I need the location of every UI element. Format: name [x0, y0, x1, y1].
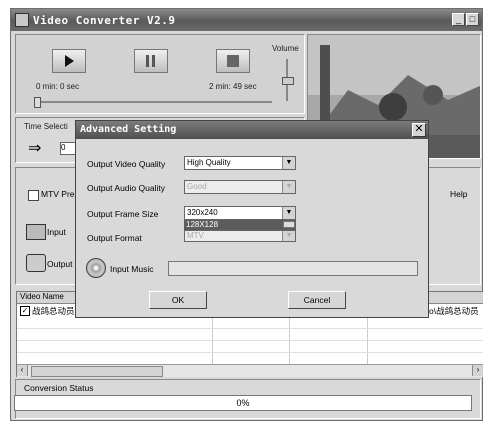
- horizontal-scrollbar[interactable]: ‹ ›: [17, 364, 483, 377]
- play-button[interactable]: [52, 49, 86, 73]
- dialog-title-bar[interactable]: Advanced Setting ✕: [76, 121, 428, 139]
- minimize-button[interactable]: _: [452, 13, 465, 26]
- ok-button[interactable]: OK: [149, 291, 207, 309]
- dropdown-scroll-thumb[interactable]: [283, 221, 295, 228]
- audio-quality-select: Good ▼: [184, 180, 296, 194]
- stop-icon: [227, 55, 239, 67]
- input-music-label: Input Music: [110, 264, 154, 274]
- input-music-field[interactable]: [168, 261, 418, 276]
- end-time: 2 min: 49 sec: [209, 82, 257, 91]
- film-icon[interactable]: [26, 224, 46, 240]
- scroll-right-button[interactable]: ›: [472, 365, 483, 376]
- col-video-name[interactable]: Video Name: [20, 292, 64, 301]
- pause-icon: [146, 55, 155, 67]
- play-icon: [65, 55, 74, 67]
- progress-text: 0%: [236, 398, 250, 408]
- chevron-down-icon: ▼: [282, 181, 295, 193]
- mtv-preview-checkbox[interactable]: [28, 190, 39, 201]
- scroll-thumb[interactable]: [31, 366, 163, 377]
- app-icon: [15, 13, 29, 27]
- dropdown-option-highlighted[interactable]: 128X128: [184, 220, 296, 230]
- dialog-title: Advanced Setting: [80, 124, 177, 135]
- help-button[interactable]: Help: [450, 189, 467, 199]
- chevron-down-icon[interactable]: ▼: [282, 207, 295, 219]
- title-bar[interactable]: Video Converter V2.9 _ □: [11, 9, 482, 31]
- maximize-button[interactable]: □: [466, 13, 479, 26]
- audio-quality-label: Output Audio Quality: [87, 183, 165, 193]
- cancel-button[interactable]: Cancel: [288, 291, 346, 309]
- volume-label: Volume: [272, 44, 299, 53]
- input-label[interactable]: Input: [47, 227, 66, 237]
- format-label: Output Format: [87, 233, 142, 243]
- dialog-close-button[interactable]: ✕: [412, 123, 426, 137]
- mtv-preview-label: MTV Pre: [41, 189, 75, 199]
- frame-size-label: Output Frame Size: [87, 209, 159, 219]
- scroll-left-button[interactable]: ‹: [17, 365, 28, 376]
- arrow-right-icon: ⇒: [28, 140, 42, 157]
- advanced-setting-dialog: Advanced Setting ✕ Output Video Quality …: [75, 120, 429, 318]
- format-select: MTV ▼: [184, 230, 296, 242]
- output-label[interactable]: Output: [47, 259, 73, 269]
- time-selection-label: Time Selecti: [24, 122, 68, 131]
- window-title: Video Converter V2.9: [33, 14, 176, 27]
- volume-slider-thumb[interactable]: [282, 77, 294, 85]
- frame-size-select[interactable]: 320x240 ▼: [184, 206, 296, 220]
- row-video-name: 战鸽总动员: [32, 306, 75, 316]
- row-checkbox[interactable]: ✓: [20, 306, 30, 316]
- start-time: 0 min: 0 sec: [36, 82, 80, 91]
- chevron-down-icon: ▼: [282, 231, 295, 241]
- row-output-path: o\战鸽总动员: [429, 306, 479, 316]
- stop-button[interactable]: [216, 49, 250, 73]
- player-panel: Volume 0 min: 0 sec 2 min: 49 sec: [15, 34, 305, 114]
- music-disc-icon[interactable]: [86, 258, 106, 278]
- output-folder-icon[interactable]: [26, 254, 46, 272]
- seek-thumb[interactable]: [34, 97, 41, 108]
- video-quality-select[interactable]: High Quality ▼: [184, 156, 296, 170]
- seek-bar[interactable]: [36, 101, 272, 103]
- chevron-down-icon[interactable]: ▼: [282, 157, 295, 169]
- pause-button[interactable]: [134, 49, 168, 73]
- video-quality-label: Output Video Quality: [87, 159, 166, 169]
- progress-bar: 0%: [14, 395, 472, 411]
- conversion-status-label: Conversion Status: [24, 383, 94, 393]
